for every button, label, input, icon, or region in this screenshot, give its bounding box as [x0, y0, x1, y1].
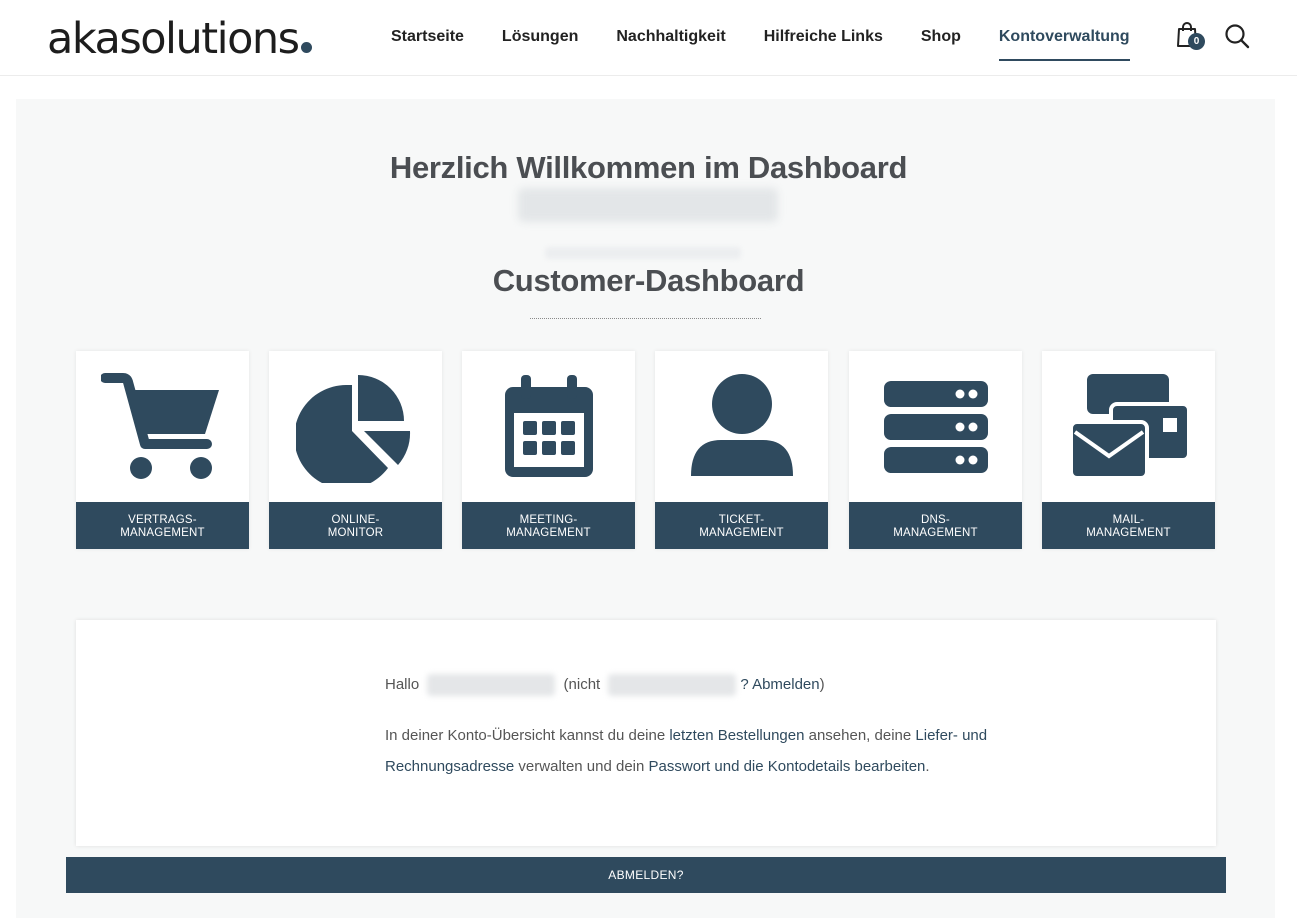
user-icon	[655, 351, 828, 502]
tile-label: DNS- MANAGEMENT	[849, 502, 1022, 549]
tile-label: MAIL- MANAGEMENT	[1042, 502, 1215, 549]
tile-label: TICKET- MANAGEMENT	[655, 502, 828, 549]
shopping-cart-icon	[76, 351, 249, 502]
calendar-icon	[462, 351, 635, 502]
nav-item-startseite[interactable]: Startseite	[372, 0, 483, 76]
server-icon	[849, 351, 1022, 502]
shopping-bag-icon[interactable]: 0	[1176, 22, 1205, 52]
cart-count-badge: 0	[1188, 33, 1205, 50]
tile-dns-management[interactable]: DNS- MANAGEMENT	[849, 351, 1022, 549]
tile-mail-management[interactable]: MAIL- MANAGEMENT	[1042, 351, 1215, 549]
nav-item-hilfreiche-links[interactable]: Hilfreiche Links	[745, 0, 902, 76]
tile-label: ONLINE- MONITOR	[269, 502, 442, 549]
tile-vertragsmanagement[interactable]: VERTRAGS- MANAGEMENT	[76, 351, 249, 549]
nav-item-shop[interactable]: Shop	[902, 0, 980, 76]
title-divider	[530, 318, 761, 319]
welcome-heading: Herzlich Willkommen im Dashboard	[389, 150, 908, 185]
tile-label: VERTRAGS- MANAGEMENT	[76, 502, 249, 549]
dashboard-title: Customer-Dashboard	[492, 263, 805, 298]
redacted-subtitle	[545, 247, 741, 259]
orders-link[interactable]: letzten Bestellungen	[669, 727, 804, 744]
redacted-user-name	[608, 674, 737, 696]
logout-link[interactable]: ? Abmelden	[740, 676, 819, 693]
account-info-box: Hallo (nicht ? Abmelden) In deiner Konto…	[76, 620, 1216, 846]
mail-icon	[1042, 351, 1215, 502]
tile-online-monitor[interactable]: ONLINE- MONITOR	[269, 351, 442, 549]
search-icon[interactable]	[1224, 23, 1250, 49]
nav-item-kontoverwaltung[interactable]: Kontoverwaltung	[980, 0, 1149, 76]
redacted-user-name	[427, 674, 556, 696]
nav-item-nachhaltigkeit[interactable]: Nachhaltigkeit	[597, 0, 744, 76]
nav-item-loesungen[interactable]: Lösungen	[483, 0, 597, 76]
logo[interactable]: akasolutions	[47, 14, 312, 64]
redacted-user-name	[518, 188, 778, 222]
main-nav: Startseite Lösungen Nachhaltigkeit Hilfr…	[372, 0, 1149, 76]
tile-label: MEETING- MANAGEMENT	[462, 502, 635, 549]
account-overview-text: In deiner Konto-Übersicht kannst du dein…	[385, 727, 988, 775]
logo-dot	[300, 42, 312, 53]
account-details-link[interactable]: Passwort und die Kontodetails bearbeiten	[649, 758, 926, 775]
greeting-line: Hallo (nicht ? Abmelden)	[385, 674, 825, 696]
tile-ticket-management[interactable]: TICKET- MANAGEMENT	[655, 351, 828, 549]
tile-meeting-management[interactable]: MEETING- MANAGEMENT	[462, 351, 635, 549]
site-header: akasolutions Startseite Lösungen Nachhal…	[0, 0, 1297, 76]
pie-chart-icon	[269, 351, 442, 502]
logout-button[interactable]: ABMELDEN?	[66, 857, 1226, 893]
